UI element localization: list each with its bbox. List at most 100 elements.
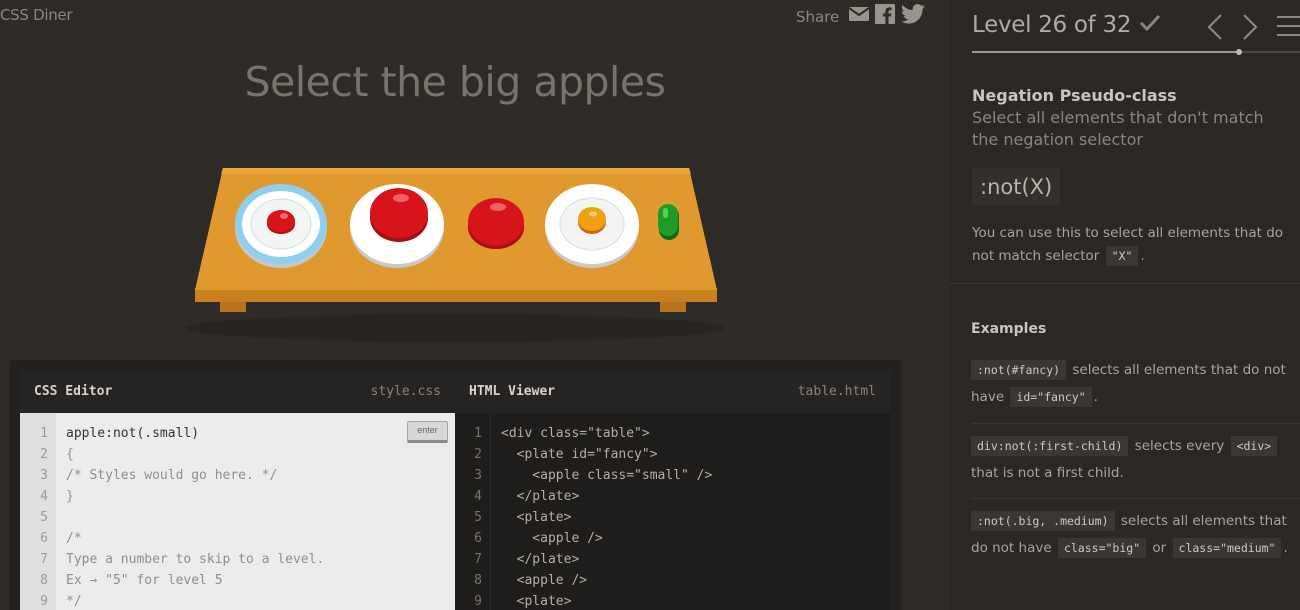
- code-line: /* Styles would go here. */: [66, 468, 278, 483]
- example-text: selects every: [1134, 438, 1225, 454]
- checkmark-icon: [1139, 14, 1161, 37]
- line-number: 7: [40, 552, 48, 567]
- line-number: 3: [474, 468, 482, 483]
- line-number: 8: [474, 573, 482, 588]
- previous-level-button[interactable]: [1206, 13, 1224, 46]
- example-code: id="fancy": [1010, 387, 1092, 407]
- next-level-button[interactable]: [1241, 13, 1259, 46]
- example-code: div:not(:first-child): [971, 436, 1129, 456]
- html-code-line[interactable]: <plate>: [501, 591, 890, 610]
- twitter-icon[interactable]: [901, 4, 926, 29]
- example-text: .: [1283, 540, 1288, 556]
- html-code-area: 1 2 3 4 5 6 7 8 9 <div class="table"> <p…: [455, 413, 890, 610]
- example-item: :not(#fancy) selects all elements that d…: [971, 357, 1297, 411]
- code-line: }: [66, 489, 74, 504]
- examples-title: Examples: [971, 321, 1047, 337]
- css-lines: apple:not(.small) { /* Styles would go h…: [56, 413, 455, 610]
- html-code-line[interactable]: <apple />: [501, 570, 890, 591]
- apple-on-plate: [370, 188, 428, 242]
- level-order-heading: Select the big apples: [244, 58, 666, 106]
- example-code: class="big": [1057, 538, 1147, 558]
- line-number: 7: [474, 552, 482, 567]
- line-number: 5: [474, 510, 482, 525]
- html-viewer-header: HTML Viewer table.html: [455, 370, 890, 413]
- line-number: 8: [40, 573, 48, 588]
- editor: CSS Editor style.css 1 2 3 4 5 6 7 8 9 a…: [10, 360, 901, 610]
- line-number: 1: [40, 426, 48, 441]
- menu-icon[interactable]: [1277, 15, 1300, 42]
- hint-code: "X": [1105, 246, 1139, 266]
- line-number: 3: [40, 468, 48, 483]
- example-code: :not(#fancy): [971, 360, 1067, 380]
- html-viewer-title: HTML Viewer: [469, 384, 556, 399]
- selector-name: Negation Pseudo-class: [972, 86, 1177, 105]
- line-number: 6: [474, 531, 482, 546]
- level-progress-knob: [1236, 49, 1243, 55]
- line-number: 5: [40, 510, 48, 525]
- example-divider: [971, 423, 1300, 424]
- hint-end: .: [1140, 248, 1145, 264]
- css-editor-header: CSS Editor style.css: [20, 370, 455, 413]
- orange: [578, 207, 606, 234]
- game-area: CSS Diner Share Select the big apples CS…: [0, 0, 950, 610]
- html-viewer-pane: HTML Viewer table.html 1 2 3 4 5 6 7 8 9…: [455, 370, 890, 610]
- selector-hint: You can use this to select all elements …: [972, 222, 1294, 268]
- example-item: div:not(:first-child) selects every <div…: [971, 433, 1297, 487]
- level-progress-bar: [972, 49, 1300, 55]
- line-number: 9: [40, 594, 48, 609]
- html-line-numbers: 1 2 3 4 5 6 7 8 9: [455, 413, 491, 610]
- code-line: {: [66, 447, 74, 462]
- css-editor-file: style.css: [370, 384, 441, 399]
- apple-small: [267, 210, 295, 234]
- facebook-icon[interactable]: [875, 4, 896, 29]
- code-line: /*: [66, 531, 82, 546]
- line-number: 2: [474, 447, 482, 462]
- html-viewer-file: table.html: [797, 384, 876, 399]
- pickle: [658, 204, 679, 240]
- selector-description: Select all elements that don't match the…: [972, 108, 1264, 149]
- line-number: 1: [474, 426, 482, 441]
- level-header: Level 26 of 32: [972, 12, 1161, 38]
- code-line: */: [66, 594, 82, 609]
- line-number: 6: [40, 531, 48, 546]
- example-text: .: [1093, 389, 1098, 405]
- share-bar: Share: [796, 4, 926, 29]
- code-line: Type a number to skip to a level.: [66, 552, 325, 567]
- html-code-line[interactable]: </plate>: [501, 549, 890, 570]
- sidebar-divider: [950, 283, 1300, 284]
- example-text: or: [1152, 540, 1167, 556]
- enter-button[interactable]: enter: [407, 421, 448, 443]
- game-table: [185, 160, 730, 345]
- mail-icon[interactable]: [848, 6, 870, 27]
- line-number: 2: [40, 447, 48, 462]
- level-progress-fill: [972, 51, 1240, 53]
- html-code-line[interactable]: </plate>: [501, 486, 890, 507]
- line-number: 9: [474, 594, 482, 609]
- level-instructions: Negation Pseudo-class Select all element…: [972, 86, 1294, 268]
- html-code-line[interactable]: <plate>: [501, 507, 890, 528]
- line-number: 4: [474, 489, 482, 504]
- html-code-line[interactable]: <div class="table">: [501, 423, 890, 444]
- example-item: :not(.big, .medium) selects all elements…: [971, 508, 1297, 562]
- example-code: :not(.big, .medium): [971, 511, 1115, 531]
- example-divider: [971, 498, 1300, 499]
- selector-syntax: :not(X): [972, 168, 1061, 206]
- share-label: Share: [796, 7, 840, 26]
- html-code-line[interactable]: <plate id="fancy">: [501, 444, 890, 465]
- example-code: class="medium": [1172, 538, 1282, 558]
- example-text: that is not a first child.: [971, 465, 1124, 481]
- css-editor-title: CSS Editor: [34, 384, 113, 399]
- css-selector-input[interactable]: apple:not(.small): [66, 423, 455, 444]
- html-code-line[interactable]: <apple />: [501, 528, 890, 549]
- css-code-area[interactable]: 1 2 3 4 5 6 7 8 9 apple:not(.small) { /*…: [20, 413, 455, 610]
- code-line: Ex → "5" for level 5: [66, 573, 223, 588]
- html-code-line[interactable]: <apple class="small" />: [501, 465, 890, 486]
- example-code: <div>: [1230, 436, 1278, 456]
- html-lines: <div class="table"> <plate id="fancy"> <…: [491, 413, 890, 610]
- line-number: 4: [40, 489, 48, 504]
- apple-on-table: [468, 198, 524, 249]
- css-line-numbers: 1 2 3 4 5 6 7 8 9: [20, 413, 56, 610]
- level-indicator[interactable]: Level 26 of 32: [972, 12, 1131, 38]
- app-logo[interactable]: CSS Diner: [0, 6, 73, 24]
